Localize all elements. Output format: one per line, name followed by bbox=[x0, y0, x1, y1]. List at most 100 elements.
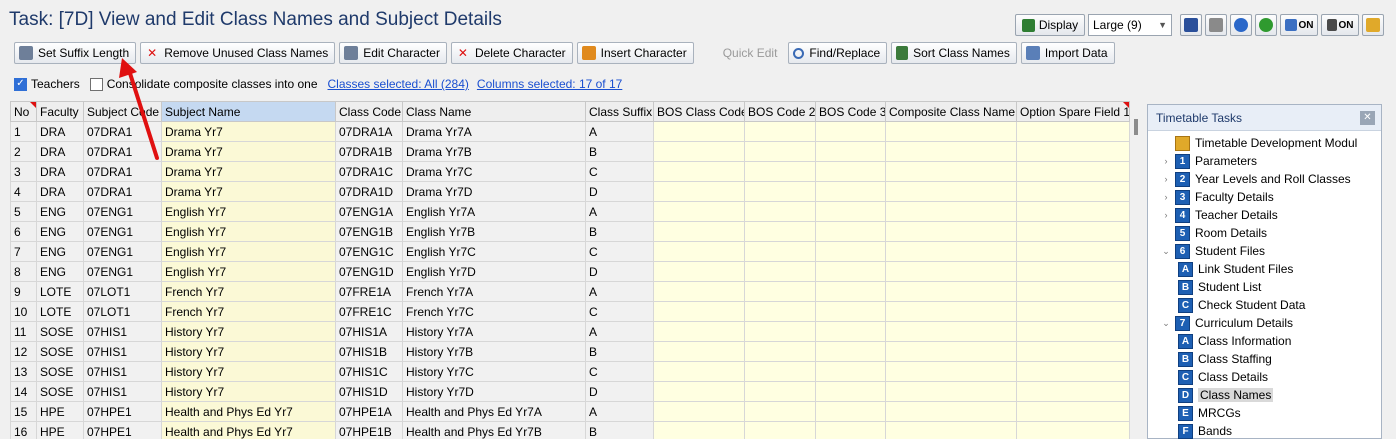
cell-class-suffix[interactable]: A bbox=[585, 401, 654, 422]
cell-subject-name[interactable]: Drama Yr7 bbox=[161, 141, 336, 162]
cell-option-spare-field-1[interactable] bbox=[1016, 361, 1130, 382]
table-row[interactable]: 14 SOSE 07HIS1 History Yr7 07HIS1D History Yr… bbox=[10, 381, 1130, 402]
cell-class-suffix[interactable]: B bbox=[585, 141, 654, 162]
cell-bos-code-3[interactable] bbox=[815, 341, 886, 362]
cell-option-spare-field-1[interactable] bbox=[1016, 341, 1130, 362]
cell-subject-name[interactable]: English Yr7 bbox=[161, 261, 336, 282]
cell-faculty[interactable]: SOSE bbox=[36, 361, 84, 382]
cell-option-spare-field-1[interactable] bbox=[1016, 321, 1130, 342]
table-row[interactable]: 6 ENG 07ENG1 English Yr7 07ENG1B English Yr7B… bbox=[10, 221, 1130, 242]
cell-faculty[interactable]: LOTE bbox=[36, 281, 84, 302]
classes-selected-link[interactable]: Classes selected: All (284) bbox=[328, 77, 469, 91]
cell-option-spare-field-1[interactable] bbox=[1016, 381, 1130, 402]
tree-item-class-names[interactable]: D Class Names bbox=[1148, 386, 1381, 404]
cell-faculty[interactable]: LOTE bbox=[36, 301, 84, 322]
cell-class-name[interactable]: English Yr7A bbox=[402, 201, 586, 222]
tree-item-student-files[interactable]: ⌄ 6 Student Files bbox=[1148, 242, 1381, 260]
column-header-bos-class-code[interactable]: BOS Class Code bbox=[653, 101, 745, 122]
cell-bos-code-2[interactable] bbox=[744, 261, 816, 282]
cell-composite-class-name[interactable] bbox=[885, 241, 1017, 262]
column-header-faculty[interactable]: Faculty bbox=[36, 101, 84, 122]
chevron-right-icon[interactable]: › bbox=[1160, 156, 1172, 166]
tree-item-teacher-details[interactable]: › 4 Teacher Details bbox=[1148, 206, 1381, 224]
cell-class-suffix[interactable]: D bbox=[585, 261, 654, 282]
cell-composite-class-name[interactable] bbox=[885, 341, 1017, 362]
cell-bos-code-3[interactable] bbox=[815, 121, 886, 142]
cell-class-name[interactable]: Health and Phys Ed Yr7A bbox=[402, 401, 586, 422]
cell-class-suffix[interactable]: A bbox=[585, 201, 654, 222]
cell-class-suffix[interactable]: C bbox=[585, 361, 654, 382]
cell-bos-class-code[interactable] bbox=[653, 401, 745, 422]
cell-class-name[interactable]: English Yr7D bbox=[402, 261, 586, 282]
cell-subject-code[interactable]: 07LOT1 bbox=[83, 301, 162, 322]
cell-faculty[interactable]: DRA bbox=[36, 141, 84, 162]
cell-option-spare-field-1[interactable] bbox=[1016, 421, 1130, 439]
tree-item-faculty-details[interactable]: › 3 Faculty Details bbox=[1148, 188, 1381, 206]
cell-bos-code-3[interactable] bbox=[815, 221, 886, 242]
cell-bos-class-code[interactable] bbox=[653, 421, 745, 439]
consolidate-checkbox[interactable] bbox=[89, 77, 103, 91]
set-suffix-length-button[interactable]: Set Suffix Length bbox=[14, 42, 137, 64]
print-button[interactable] bbox=[1205, 14, 1227, 36]
cell-subject-code[interactable]: 07HPE1 bbox=[83, 421, 162, 439]
cell-bos-class-code[interactable] bbox=[653, 221, 745, 242]
tree-item-year-levels-and-roll-classes[interactable]: › 2 Year Levels and Roll Classes bbox=[1148, 170, 1381, 188]
cell-bos-class-code[interactable] bbox=[653, 361, 745, 382]
cell-class-name[interactable]: French Yr7C bbox=[402, 301, 586, 322]
cell-bos-class-code[interactable] bbox=[653, 341, 745, 362]
cell-bos-class-code[interactable] bbox=[653, 161, 745, 182]
cell-faculty[interactable]: ENG bbox=[36, 261, 84, 282]
close-icon[interactable]: ✕ bbox=[1360, 110, 1375, 125]
cell-bos-code-2[interactable] bbox=[744, 141, 816, 162]
cell-class-code[interactable]: 07HIS1C bbox=[335, 361, 403, 382]
cell-composite-class-name[interactable] bbox=[885, 221, 1017, 242]
cell-bos-code-3[interactable] bbox=[815, 401, 886, 422]
cell-bos-class-code[interactable] bbox=[653, 301, 745, 322]
cell-bos-class-code[interactable] bbox=[653, 281, 745, 302]
cell-subject-name[interactable]: English Yr7 bbox=[161, 241, 336, 262]
cell-class-suffix[interactable]: A bbox=[585, 121, 654, 142]
cell-bos-code-2[interactable] bbox=[744, 161, 816, 182]
cell-subject-code[interactable]: 07DRA1 bbox=[83, 121, 162, 142]
cell-bos-code-3[interactable] bbox=[815, 381, 886, 402]
cell-composite-class-name[interactable] bbox=[885, 141, 1017, 162]
cell-option-spare-field-1[interactable] bbox=[1016, 121, 1130, 142]
back-button[interactable] bbox=[1255, 14, 1277, 36]
chevron-right-icon[interactable]: › bbox=[1160, 174, 1172, 184]
cell-option-spare-field-1[interactable] bbox=[1016, 181, 1130, 202]
column-header-option-spare-field-1[interactable]: Option Spare Field 1 bbox=[1016, 101, 1130, 122]
cell-class-name[interactable]: Drama Yr7C bbox=[402, 161, 586, 182]
cell-faculty[interactable]: HPE bbox=[36, 421, 84, 439]
table-row[interactable]: 2 DRA 07DRA1 Drama Yr7 07DRA1B Drama Yr7B B bbox=[10, 141, 1130, 162]
cell-class-code[interactable]: 07ENG1C bbox=[335, 241, 403, 262]
cell-bos-code-3[interactable] bbox=[815, 301, 886, 322]
cell-class-name[interactable]: History Yr7A bbox=[402, 321, 586, 342]
cell-subject-name[interactable]: History Yr7 bbox=[161, 361, 336, 382]
cell-bos-code-3[interactable] bbox=[815, 161, 886, 182]
tree-item-parameters[interactable]: › 1 Parameters bbox=[1148, 152, 1381, 170]
cell-composite-class-name[interactable] bbox=[885, 321, 1017, 342]
cell-class-code[interactable]: 07DRA1B bbox=[335, 141, 403, 162]
cell-subject-name[interactable]: French Yr7 bbox=[161, 281, 336, 302]
cell-bos-code-3[interactable] bbox=[815, 321, 886, 342]
tree-item-curriculum-details[interactable]: ⌄ 7 Curriculum Details bbox=[1148, 314, 1381, 332]
cell-faculty[interactable]: ENG bbox=[36, 241, 84, 262]
import-data-button[interactable]: Import Data bbox=[1020, 42, 1115, 64]
grid-toggle-button[interactable]: ON bbox=[1280, 14, 1318, 36]
cell-class-code[interactable]: 07ENG1A bbox=[335, 201, 403, 222]
cell-composite-class-name[interactable] bbox=[885, 281, 1017, 302]
cell-class-suffix[interactable]: B bbox=[585, 341, 654, 362]
cell-class-name[interactable]: Drama Yr7A bbox=[402, 121, 586, 142]
cell-class-code[interactable]: 07ENG1B bbox=[335, 221, 403, 242]
cell-class-suffix[interactable]: C bbox=[585, 241, 654, 262]
cell-subject-name[interactable]: Drama Yr7 bbox=[161, 181, 336, 202]
cell-bos-code-2[interactable] bbox=[744, 361, 816, 382]
cell-subject-code[interactable]: 07ENG1 bbox=[83, 221, 162, 242]
cell-bos-code-2[interactable] bbox=[744, 301, 816, 322]
sort-class-names-button[interactable]: Sort Class Names bbox=[891, 42, 1017, 64]
cell-subject-code[interactable]: 07ENG1 bbox=[83, 201, 162, 222]
cell-bos-code-2[interactable] bbox=[744, 421, 816, 439]
table-row[interactable]: 13 SOSE 07HIS1 History Yr7 07HIS1C History Yr… bbox=[10, 361, 1130, 382]
column-header-composite-class-name[interactable]: Composite Class Name bbox=[885, 101, 1017, 122]
column-header-class-code[interactable]: Class Code bbox=[335, 101, 403, 122]
